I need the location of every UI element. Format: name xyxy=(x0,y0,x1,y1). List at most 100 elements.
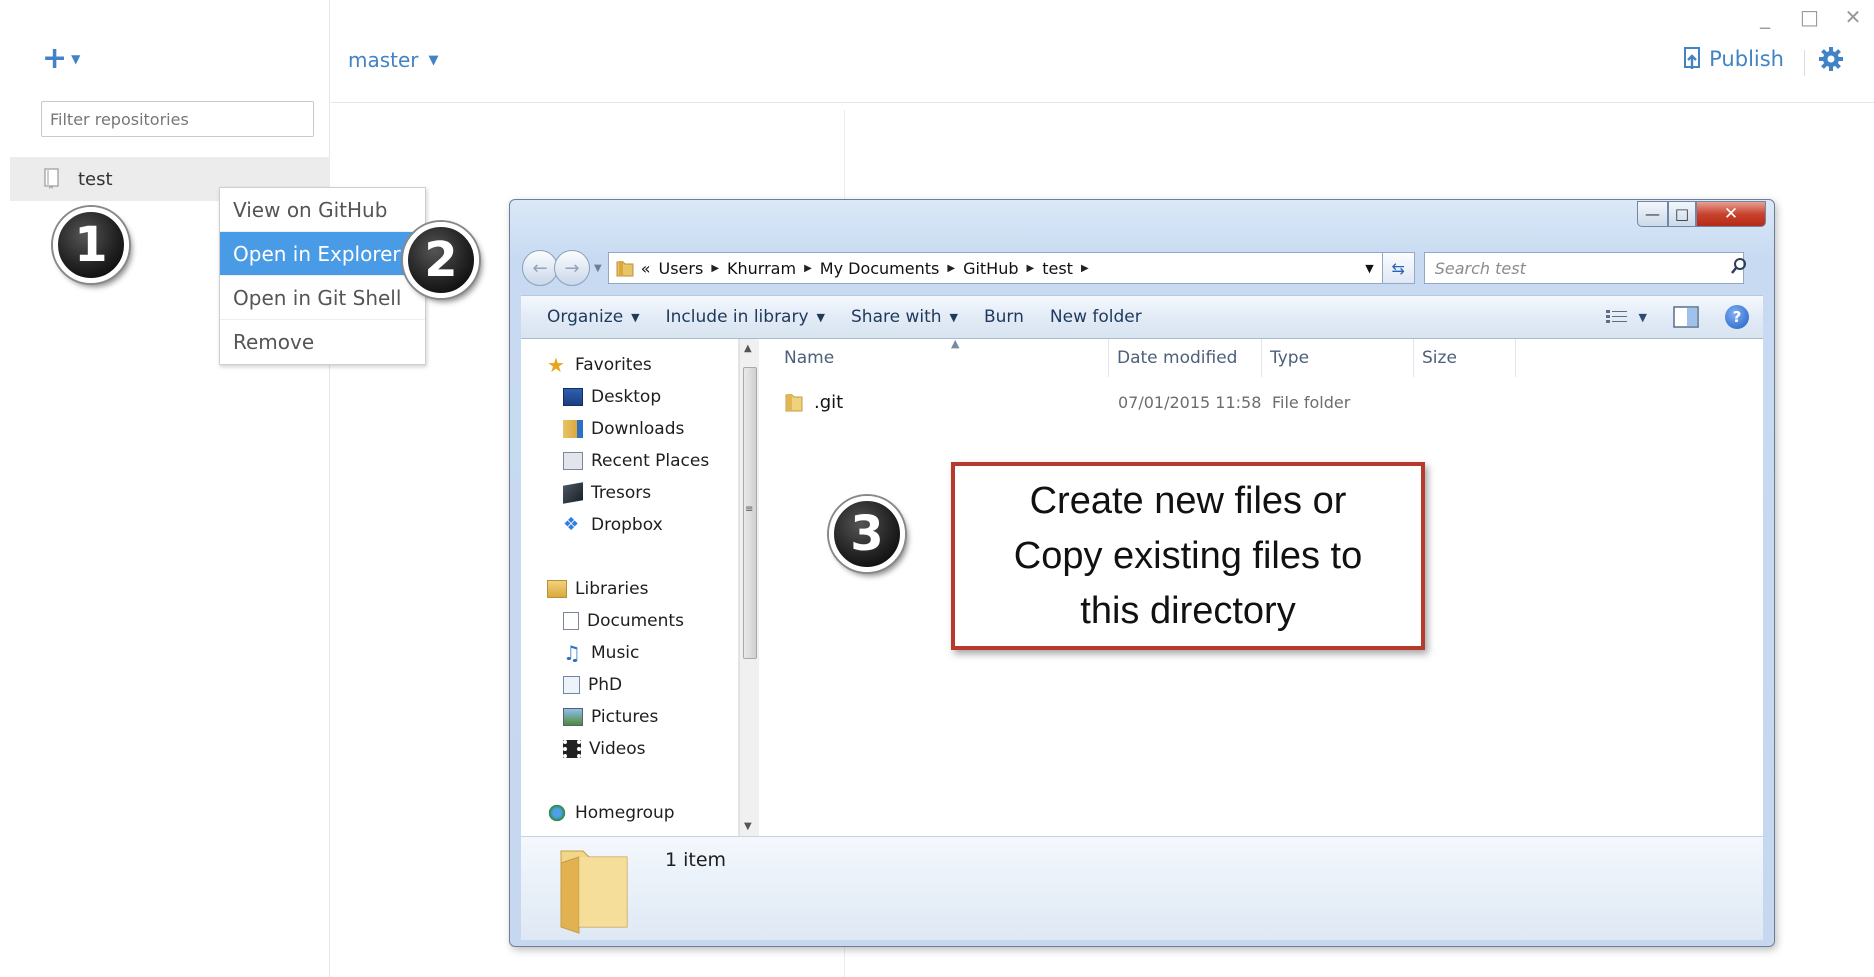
nav-homegroup[interactable]: Homegroup xyxy=(547,803,675,823)
chevron-right-icon[interactable]: ▶ xyxy=(947,263,955,274)
nav-music[interactable]: ♫ Music xyxy=(563,643,639,663)
chevron-down-icon: ▼ xyxy=(71,52,81,66)
maximize-icon[interactable]: □ xyxy=(1800,6,1819,28)
chevron-down-icon[interactable]: ▼ xyxy=(1365,262,1373,275)
forward-button[interactable]: → xyxy=(554,250,590,286)
item-count: 1 item xyxy=(665,849,727,871)
homegroup-icon xyxy=(547,804,567,822)
settings-button[interactable] xyxy=(1818,46,1844,76)
column-headers: ▲ Name Date modified Type Size xyxy=(760,337,1763,377)
documents-icon xyxy=(563,612,579,630)
chevron-right-icon[interactable]: ▶ xyxy=(1081,263,1089,274)
filter-repositories-input[interactable] xyxy=(41,101,314,137)
menu-item-remove[interactable]: Remove xyxy=(220,320,425,364)
branch-selector[interactable]: master ▼ xyxy=(348,48,439,72)
nav-libraries[interactable]: Libraries xyxy=(547,579,648,599)
recent-locations-icon[interactable]: ▼ xyxy=(594,263,602,274)
chevron-right-icon[interactable]: ▶ xyxy=(1027,263,1035,274)
column-header-date-modified[interactable]: Date modified xyxy=(1117,348,1237,368)
menu-item-open-in-explorer[interactable]: Open in Explorer xyxy=(220,232,425,276)
callout-line-3: this directory xyxy=(1080,589,1296,632)
sort-ascending-icon: ▲ xyxy=(951,337,960,350)
add-repository-button[interactable]: + ▼ xyxy=(42,44,80,74)
nav-dropbox[interactable]: ❖ Dropbox xyxy=(563,515,663,535)
column-separator xyxy=(1515,339,1516,377)
minimize-icon[interactable]: _ xyxy=(1756,6,1774,28)
repository-context-menu: View on GitHub Open in Explorer Open in … xyxy=(219,187,426,365)
breadcrumb-khurram[interactable]: Khurram xyxy=(727,259,796,278)
menu-item-open-in-git-shell[interactable]: Open in Git Shell xyxy=(220,276,425,320)
preview-pane-icon[interactable] xyxy=(1673,306,1699,328)
nav-tresors-label: Tresors xyxy=(591,483,652,503)
nav-favorites-label: Favorites xyxy=(575,355,652,375)
breadcrumb-overflow[interactable]: « xyxy=(641,259,651,278)
branch-name: master xyxy=(348,48,419,72)
burn-label: Burn xyxy=(984,307,1024,327)
repository-icon xyxy=(44,168,60,190)
details-pane: 1 item xyxy=(521,836,1763,940)
nav-downloads[interactable]: Downloads xyxy=(563,419,684,439)
include-in-library-label: Include in library xyxy=(665,307,809,327)
navigation-scrollbar[interactable]: ▲ ≡ ▼ xyxy=(739,339,759,836)
breadcrumb-test[interactable]: test xyxy=(1042,259,1073,278)
repository-name: test xyxy=(78,168,113,190)
publish-button[interactable]: Publish xyxy=(1683,47,1784,71)
breadcrumb-users[interactable]: Users xyxy=(659,259,704,278)
nav-pictures-label: Pictures xyxy=(591,707,659,727)
menu-item-view-on-github[interactable]: View on GitHub xyxy=(220,188,425,232)
desktop-icon xyxy=(563,388,583,406)
include-in-library-button[interactable]: Include in library ▼ xyxy=(666,307,825,327)
column-header-type[interactable]: Type xyxy=(1270,348,1309,368)
chevron-right-icon[interactable]: ▶ xyxy=(804,263,812,274)
nav-desktop[interactable]: Desktop xyxy=(563,387,661,407)
file-type: File folder xyxy=(1272,393,1351,412)
nav-dropbox-label: Dropbox xyxy=(591,515,663,535)
search-icon[interactable] xyxy=(1730,257,1748,275)
explorer-minimize-icon[interactable]: — xyxy=(1637,201,1668,227)
header-divider xyxy=(331,102,1874,103)
explorer-window-controls: — □ ✕ xyxy=(1637,201,1766,227)
publish-label: Publish xyxy=(1709,47,1784,71)
share-with-label: Share with xyxy=(851,307,942,327)
chevron-down-icon: ▼ xyxy=(1638,310,1647,324)
file-name: .git xyxy=(814,391,844,413)
file-row[interactable]: .git 07/01/2015 11:58 File folder xyxy=(760,389,1763,417)
close-icon[interactable]: ✕ xyxy=(1844,6,1862,28)
column-header-size[interactable]: Size xyxy=(1422,348,1457,368)
file-date-modified: 07/01/2015 11:58 xyxy=(1118,393,1262,412)
explorer-maximize-icon[interactable]: □ xyxy=(1668,201,1696,227)
share-with-button[interactable]: Share with ▼ xyxy=(851,307,958,327)
chevron-down-icon: ▼ xyxy=(631,310,640,324)
column-header-name[interactable]: Name xyxy=(784,348,834,368)
libraries-icon xyxy=(547,580,567,598)
burn-button[interactable]: Burn xyxy=(984,307,1024,327)
refresh-button[interactable]: ⇆ xyxy=(1382,252,1415,284)
nav-favorites[interactable]: ★ Favorites xyxy=(547,355,652,375)
new-folder-button[interactable]: New folder xyxy=(1050,307,1142,327)
scroll-down-icon[interactable]: ▼ xyxy=(744,821,752,832)
nav-recent-places[interactable]: Recent Places xyxy=(563,451,709,471)
change-view-button[interactable]: ▼ xyxy=(1605,308,1647,326)
recent-places-icon xyxy=(563,452,583,470)
nav-pictures[interactable]: Pictures xyxy=(563,707,658,727)
chevron-right-icon[interactable]: ▶ xyxy=(711,263,719,274)
nav-documents[interactable]: Documents xyxy=(563,611,684,631)
help-icon[interactable]: ? xyxy=(1725,305,1749,329)
videos-icon xyxy=(563,740,581,758)
file-name-cell: .git xyxy=(784,391,843,413)
scroll-up-icon[interactable]: ▲ xyxy=(744,343,752,354)
back-button[interactable]: ← xyxy=(522,250,558,286)
header-separator xyxy=(1804,50,1805,76)
address-bar[interactable]: « Users ▶ Khurram ▶ My Documents ▶ GitHub ▶ … xyxy=(607,252,1383,284)
column-separator xyxy=(1413,339,1414,377)
organize-button[interactable]: Organize ▼ xyxy=(547,307,640,327)
explorer-close-icon[interactable]: ✕ xyxy=(1696,201,1766,227)
breadcrumb-my-documents[interactable]: My Documents xyxy=(820,259,940,278)
search-input[interactable] xyxy=(1423,252,1744,284)
nav-phd[interactable]: PhD xyxy=(563,675,622,695)
breadcrumb-github[interactable]: GitHub xyxy=(963,259,1018,278)
column-separator xyxy=(1108,339,1109,377)
nav-videos[interactable]: Videos xyxy=(563,739,646,759)
chevron-down-icon: ▼ xyxy=(949,310,958,324)
nav-tresors[interactable]: Tresors xyxy=(563,482,652,504)
